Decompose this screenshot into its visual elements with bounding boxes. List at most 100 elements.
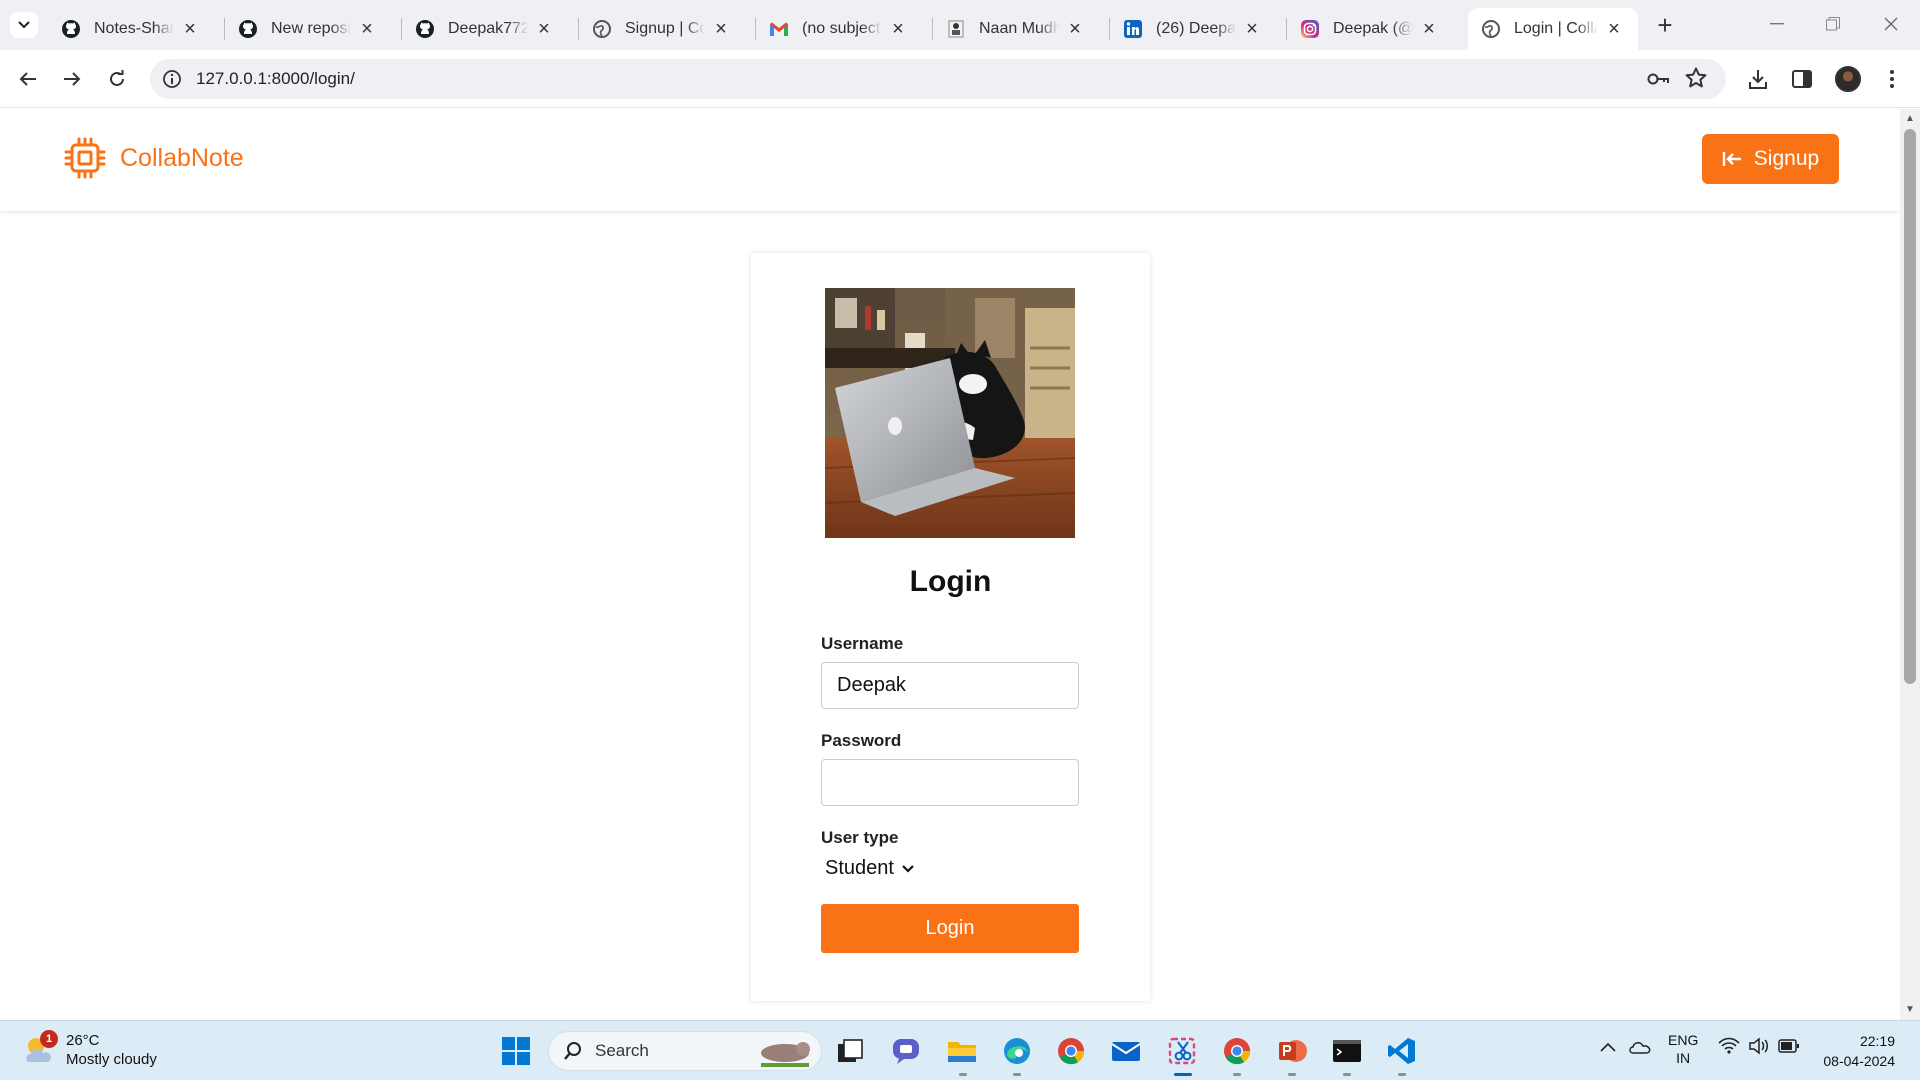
chip-logo-icon [64, 137, 106, 179]
new-tab-button[interactable]: + [1650, 10, 1680, 40]
back-button[interactable] [12, 63, 44, 95]
powerpoint-icon [1279, 1040, 1307, 1062]
close-window-button[interactable] [1866, 8, 1916, 40]
browser-tab[interactable]: Deepak7720 × [402, 8, 568, 50]
login-submit-button[interactable]: Login [821, 904, 1079, 953]
task-view-button[interactable] [832, 1033, 868, 1069]
forward-button[interactable] [56, 63, 88, 95]
vscode-button[interactable] [1384, 1033, 1420, 1069]
restore-button[interactable] [1808, 8, 1858, 40]
brand-logo-link[interactable]: CollabNote [64, 137, 244, 179]
show-hidden-icons-button[interactable] [1600, 1039, 1616, 1056]
close-icon[interactable]: × [1065, 18, 1085, 40]
close-icon[interactable]: × [180, 18, 200, 40]
browser-tab[interactable]: New repository × [225, 8, 391, 50]
close-icon[interactable]: × [711, 18, 731, 40]
browser-menu-button[interactable] [1876, 63, 1908, 95]
password-input[interactable] [821, 759, 1079, 806]
running-indicator [1288, 1073, 1296, 1076]
chrome-button[interactable] [1053, 1033, 1089, 1069]
minimize-button[interactable] [1752, 8, 1802, 40]
username-input[interactable]: Deepak [821, 662, 1079, 709]
search-icon [564, 1042, 581, 1060]
reload-icon [110, 70, 124, 86]
task-view-icon [838, 1039, 863, 1062]
user-type-select[interactable]: Student [825, 857, 914, 880]
username-label: Username [821, 634, 904, 653]
running-indicator [959, 1073, 967, 1076]
browser-tab[interactable]: Signup | CollabNote × [579, 8, 745, 50]
tab-search-button[interactable] [10, 12, 38, 38]
tab-title: Notes-Sharing [94, 20, 174, 37]
close-icon[interactable]: × [888, 18, 908, 40]
site-info-icon[interactable] [160, 67, 184, 91]
onedrive-tray-icon[interactable] [1628, 1037, 1652, 1059]
browser-tab[interactable]: Deepak (@_k × [1287, 8, 1453, 50]
folder-icon [948, 1042, 976, 1062]
browser-tab[interactable]: (26) Deepak | × [1110, 8, 1276, 50]
browser-tab[interactable]: Notes-Sharing × [48, 8, 214, 50]
close-icon[interactable]: × [357, 18, 377, 40]
input-language[interactable]: ENG IN [1668, 1031, 1698, 1067]
downloads-button[interactable] [1742, 63, 1774, 95]
teams-chat-button[interactable] [888, 1033, 924, 1069]
profile-avatar[interactable] [1835, 66, 1861, 92]
signup-button-label: Signup [1753, 147, 1820, 170]
clock-date: 08-04-2024 [1823, 1053, 1895, 1069]
download-icon [1749, 70, 1767, 89]
url-text[interactable]: 127.0.0.1:8000/login/ [196, 69, 355, 89]
gmail-icon [768, 18, 790, 40]
signup-button[interactable]: Signup [1702, 134, 1839, 184]
chrome-profile-button[interactable] [1219, 1033, 1255, 1069]
windows-start-button[interactable] [498, 1033, 534, 1069]
arrow-right-icon [64, 72, 81, 86]
mail-button[interactable] [1108, 1033, 1144, 1069]
page-scrollbar[interactable]: ▲ ▼ [1900, 109, 1920, 1020]
browser-tab[interactable]: (no subject) - × [756, 8, 922, 50]
reload-button[interactable] [101, 63, 133, 95]
side-panel-icon [1792, 70, 1812, 88]
restore-icon [1826, 17, 1840, 31]
site-navbar: CollabNote Signup [0, 109, 1900, 211]
weather-condition: Mostly cloudy [66, 1051, 157, 1068]
running-indicator [1233, 1073, 1241, 1076]
chrome-icon [1224, 1038, 1251, 1065]
taskbar-clock[interactable]: 22:19 08-04-2024 [1815, 1031, 1895, 1071]
side-panel-button[interactable] [1786, 63, 1818, 95]
close-icon[interactable]: × [534, 18, 554, 40]
scroll-up-arrow-icon[interactable]: ▲ [1904, 113, 1916, 125]
bookmark-star-icon[interactable] [1684, 66, 1708, 95]
powerpoint-button[interactable] [1274, 1033, 1310, 1069]
cat-typing-image [825, 288, 1075, 538]
address-bar[interactable]: 127.0.0.1:8000/login/ [150, 59, 1726, 99]
password-key-icon[interactable] [1646, 67, 1670, 96]
terminal-button[interactable] [1329, 1033, 1365, 1069]
browser-tab-active[interactable]: Login | CollabNote × [1468, 8, 1638, 50]
volume-icon[interactable] [1748, 1037, 1770, 1059]
vscode-icon [1388, 1038, 1415, 1064]
tab-title: (no subject) - [802, 20, 882, 37]
file-explorer-button[interactable] [944, 1033, 980, 1069]
scrollbar-thumb[interactable] [1904, 129, 1916, 684]
close-icon[interactable]: × [1604, 18, 1624, 40]
edge-browser-button[interactable] [999, 1033, 1035, 1069]
close-icon[interactable]: × [1242, 18, 1262, 40]
taskbar-search[interactable]: Search [548, 1031, 822, 1071]
close-icon[interactable]: × [1419, 18, 1439, 40]
battery-icon[interactable] [1778, 1039, 1800, 1057]
tab-title: (26) Deepak | [1156, 20, 1236, 37]
weather-widget[interactable]: 1 26°C Mostly cloudy [22, 1030, 157, 1069]
active-indicator [1174, 1073, 1192, 1076]
chat-icon [893, 1039, 919, 1064]
user-type-value: Student [825, 857, 894, 879]
more-vert-icon [1890, 70, 1894, 88]
wifi-icon[interactable] [1718, 1037, 1740, 1059]
scroll-down-arrow-icon[interactable]: ▼ [1904, 1004, 1916, 1016]
browser-tab[interactable]: Naan Mudhalvan × [933, 8, 1099, 50]
close-icon [1884, 17, 1898, 31]
snipping-tool-icon [1168, 1037, 1196, 1065]
globe-icon [591, 18, 613, 40]
snipping-tool-button[interactable] [1164, 1033, 1200, 1069]
arrow-left-icon [19, 72, 36, 86]
github-icon [414, 18, 436, 40]
